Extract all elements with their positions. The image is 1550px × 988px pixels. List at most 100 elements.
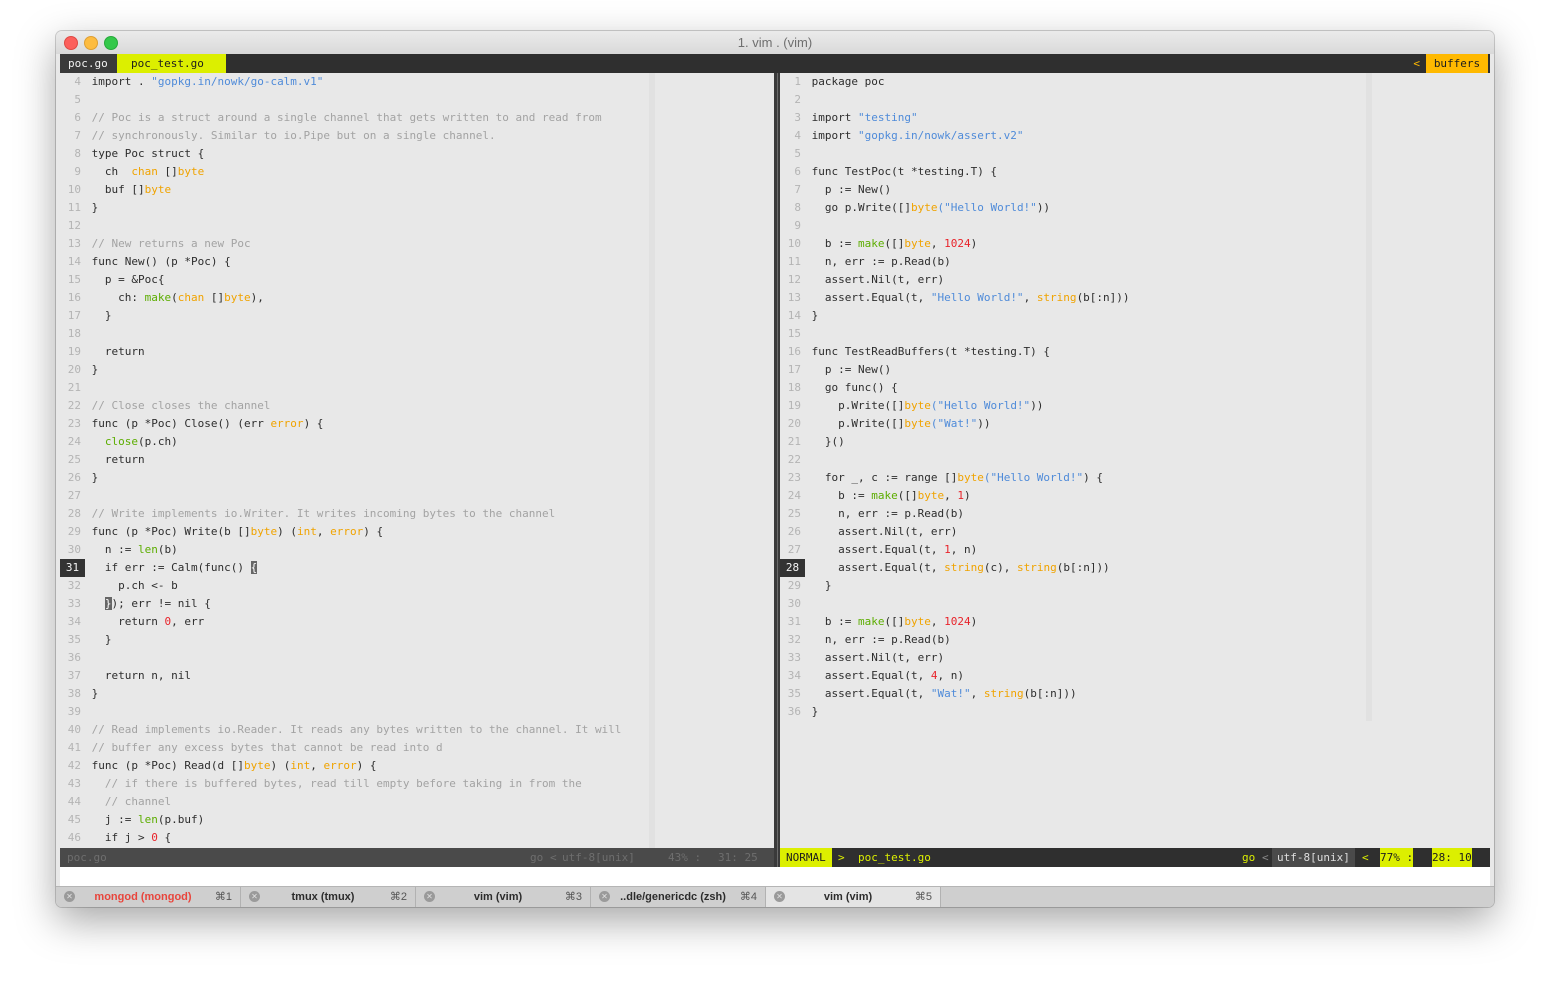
code-line[interactable]: 3 import "testing": [780, 109, 1130, 127]
code-line[interactable]: 13 assert.Equal(t, "Hello World!", strin…: [780, 289, 1130, 307]
code-line[interactable]: 2: [780, 91, 1130, 109]
tab-vim-3[interactable]: ✕ vim (vim) ⌘3: [416, 887, 591, 907]
code-line[interactable]: 27: [60, 487, 621, 505]
code-line[interactable]: 37 return n, nil: [60, 667, 621, 685]
code-line[interactable]: 36 }: [780, 703, 1130, 721]
code-line[interactable]: 30: [780, 595, 1130, 613]
code-line[interactable]: 26 }: [60, 469, 621, 487]
code-line[interactable]: 44 // channel: [60, 793, 621, 811]
code-line[interactable]: 33 }); err != nil {: [60, 595, 621, 613]
code-line[interactable]: 11 n, err := p.Read(b): [780, 253, 1130, 271]
tab-vim-5[interactable]: ✕ vim (vim) ⌘5: [766, 887, 941, 907]
code-line[interactable]: 16 func TestReadBuffers(t *testing.T) {: [780, 343, 1130, 361]
code-line[interactable]: 21 }(): [780, 433, 1130, 451]
code-line[interactable]: 29 }: [780, 577, 1130, 595]
code-line[interactable]: 5: [60, 91, 621, 109]
close-icon[interactable]: ✕: [64, 891, 75, 902]
tab-shortcut: ⌘5: [914, 891, 932, 903]
code-token: if err := Calm(func(): [91, 561, 251, 574]
buffer-tab-poc-test-go[interactable]: poc_test.go: [117, 54, 226, 73]
code-line[interactable]: 23 for _, c := range []byte("Hello World…: [780, 469, 1130, 487]
code-line[interactable]: 31 if err := Calm(func() {: [60, 559, 621, 577]
code-line[interactable]: 1 package poc: [780, 73, 1130, 91]
vim-command-line[interactable]: [60, 867, 1490, 886]
terminal-area[interactable]: poc.go poc_test.go < buffers 4 import . …: [60, 54, 1490, 886]
code-line[interactable]: 20 p.Write([]byte("Wat!")): [780, 415, 1130, 433]
code-line[interactable]: 12 assert.Nil(t, err): [780, 271, 1130, 289]
code-line[interactable]: 24 close(p.ch): [60, 433, 621, 451]
code-line[interactable]: 19 p.Write([]byte("Hello World!")): [780, 397, 1130, 415]
code-line[interactable]: 30 n := len(b): [60, 541, 621, 559]
code-line[interactable]: 12: [60, 217, 621, 235]
code-line[interactable]: 15 p = &Poc{: [60, 271, 621, 289]
code-line[interactable]: 14 }: [780, 307, 1130, 325]
code-line[interactable]: 7 p := New(): [780, 181, 1130, 199]
right-editor-pane[interactable]: 1 package poc 2 3 import "testing" 4 impor…: [780, 73, 1490, 848]
code-line[interactable]: 45 j := len(p.buf): [60, 811, 621, 829]
code-line[interactable]: 35 }: [60, 631, 621, 649]
code-line[interactable]: 8 go p.Write([]byte("Hello World!")): [780, 199, 1130, 217]
code-line[interactable]: 17 p := New(): [780, 361, 1130, 379]
code-line[interactable]: 32 n, err := p.Read(b): [780, 631, 1130, 649]
code-line[interactable]: 11 }: [60, 199, 621, 217]
code-line[interactable]: 29 func (p *Poc) Write(b []byte) (int, e…: [60, 523, 621, 541]
code-line[interactable]: 26 assert.Nil(t, err): [780, 523, 1130, 541]
code-line[interactable]: 41 // buffer any excess bytes that canno…: [60, 739, 621, 757]
close-icon[interactable]: ✕: [424, 891, 435, 902]
code-line[interactable]: 9: [780, 217, 1130, 235]
code-line[interactable]: 14 func New() (p *Poc) {: [60, 253, 621, 271]
code-line[interactable]: 4 import "gopkg.in/nowk/assert.v2": [780, 127, 1130, 145]
code-line[interactable]: 22 // Close closes the channel: [60, 397, 621, 415]
code-line[interactable]: 36: [60, 649, 621, 667]
tab-mongod[interactable]: ✕ mongod (mongod) ⌘1: [56, 887, 241, 907]
code-line[interactable]: 43 // if there is buffered bytes, read t…: [60, 775, 621, 793]
code-line[interactable]: 22: [780, 451, 1130, 469]
code-line[interactable]: 33 assert.Nil(t, err): [780, 649, 1130, 667]
code-line[interactable]: 4 import . "gopkg.in/nowk/go-calm.v1": [60, 73, 621, 91]
code-line[interactable]: 20 }: [60, 361, 621, 379]
code-line[interactable]: 40 // Read implements io.Reader. It read…: [60, 721, 622, 739]
tab-genericdc[interactable]: ✕ ..dle/genericdc (zsh) ⌘4: [591, 887, 766, 907]
code-line[interactable]: 10 buf []byte: [60, 181, 621, 199]
code-line[interactable]: 18 go func() {: [780, 379, 1130, 397]
code-line[interactable]: 25 n, err := p.Read(b): [780, 505, 1130, 523]
code-line[interactable]: 28 assert.Equal(t, string(c), string(b[:…: [780, 559, 1130, 577]
code-line[interactable]: 24 b := make([]byte, 1): [780, 487, 1130, 505]
code-line[interactable]: 6 func TestPoc(t *testing.T) {: [780, 163, 1130, 181]
code-line[interactable]: 31 b := make([]byte, 1024): [780, 613, 1130, 631]
code-line[interactable]: 35 assert.Equal(t, "Wat!", string(b[:n])…: [780, 685, 1130, 703]
code-line[interactable]: 13 // New returns a new Poc: [60, 235, 621, 253]
line-number: 22: [67, 399, 81, 412]
code-line[interactable]: 25 return: [60, 451, 621, 469]
code-line[interactable]: 19 return: [60, 343, 621, 361]
code-line[interactable]: 28 // Write implements io.Writer. It wri…: [60, 505, 621, 523]
code-line[interactable]: 17 }: [60, 307, 621, 325]
code-line[interactable]: 8 type Poc struct {: [60, 145, 621, 163]
code-line[interactable]: 27 assert.Equal(t, 1, n): [780, 541, 1130, 559]
code-line[interactable]: 23 func (p *Poc) Close() (err error) {: [60, 415, 621, 433]
code-token: assert.Equal(t,: [811, 561, 945, 574]
code-line[interactable]: 15: [780, 325, 1130, 343]
code-line[interactable]: 21: [60, 379, 621, 397]
code-line[interactable]: 42 func (p *Poc) Read(d []byte) (int, er…: [60, 757, 621, 775]
code-line[interactable]: 6 // Poc is a struct around a single cha…: [60, 109, 621, 127]
code-line[interactable]: 39: [60, 703, 621, 721]
close-icon[interactable]: ✕: [249, 891, 260, 902]
close-icon[interactable]: ✕: [599, 891, 610, 902]
code-line[interactable]: 7 // synchronously. Similar to io.Pipe b…: [60, 127, 621, 145]
code-line[interactable]: 38 }: [60, 685, 621, 703]
buffer-tab-poc-go[interactable]: poc.go: [60, 54, 124, 73]
code-line[interactable]: 10 b := make([]byte, 1024): [780, 235, 1130, 253]
code-line[interactable]: 5: [780, 145, 1130, 163]
code-line[interactable]: 9 ch chan []byte: [60, 163, 621, 181]
code-line[interactable]: 18: [60, 325, 621, 343]
left-editor-pane[interactable]: 4 import . "gopkg.in/nowk/go-calm.v1" 5 6…: [60, 73, 774, 848]
code-line[interactable]: 16 ch: make(chan []byte),: [60, 289, 621, 307]
code-line[interactable]: 34 assert.Equal(t, 4, n): [780, 667, 1130, 685]
close-icon[interactable]: ✕: [774, 891, 785, 902]
code-line[interactable]: 46 if j > 0 {: [60, 829, 621, 847]
tab-tmux[interactable]: ✕ tmux (tmux) ⌘2: [241, 887, 416, 907]
code-token: ) (: [270, 759, 291, 772]
code-line[interactable]: 34 return 0, err: [60, 613, 621, 631]
code-line[interactable]: 32 p.ch <- b: [60, 577, 621, 595]
